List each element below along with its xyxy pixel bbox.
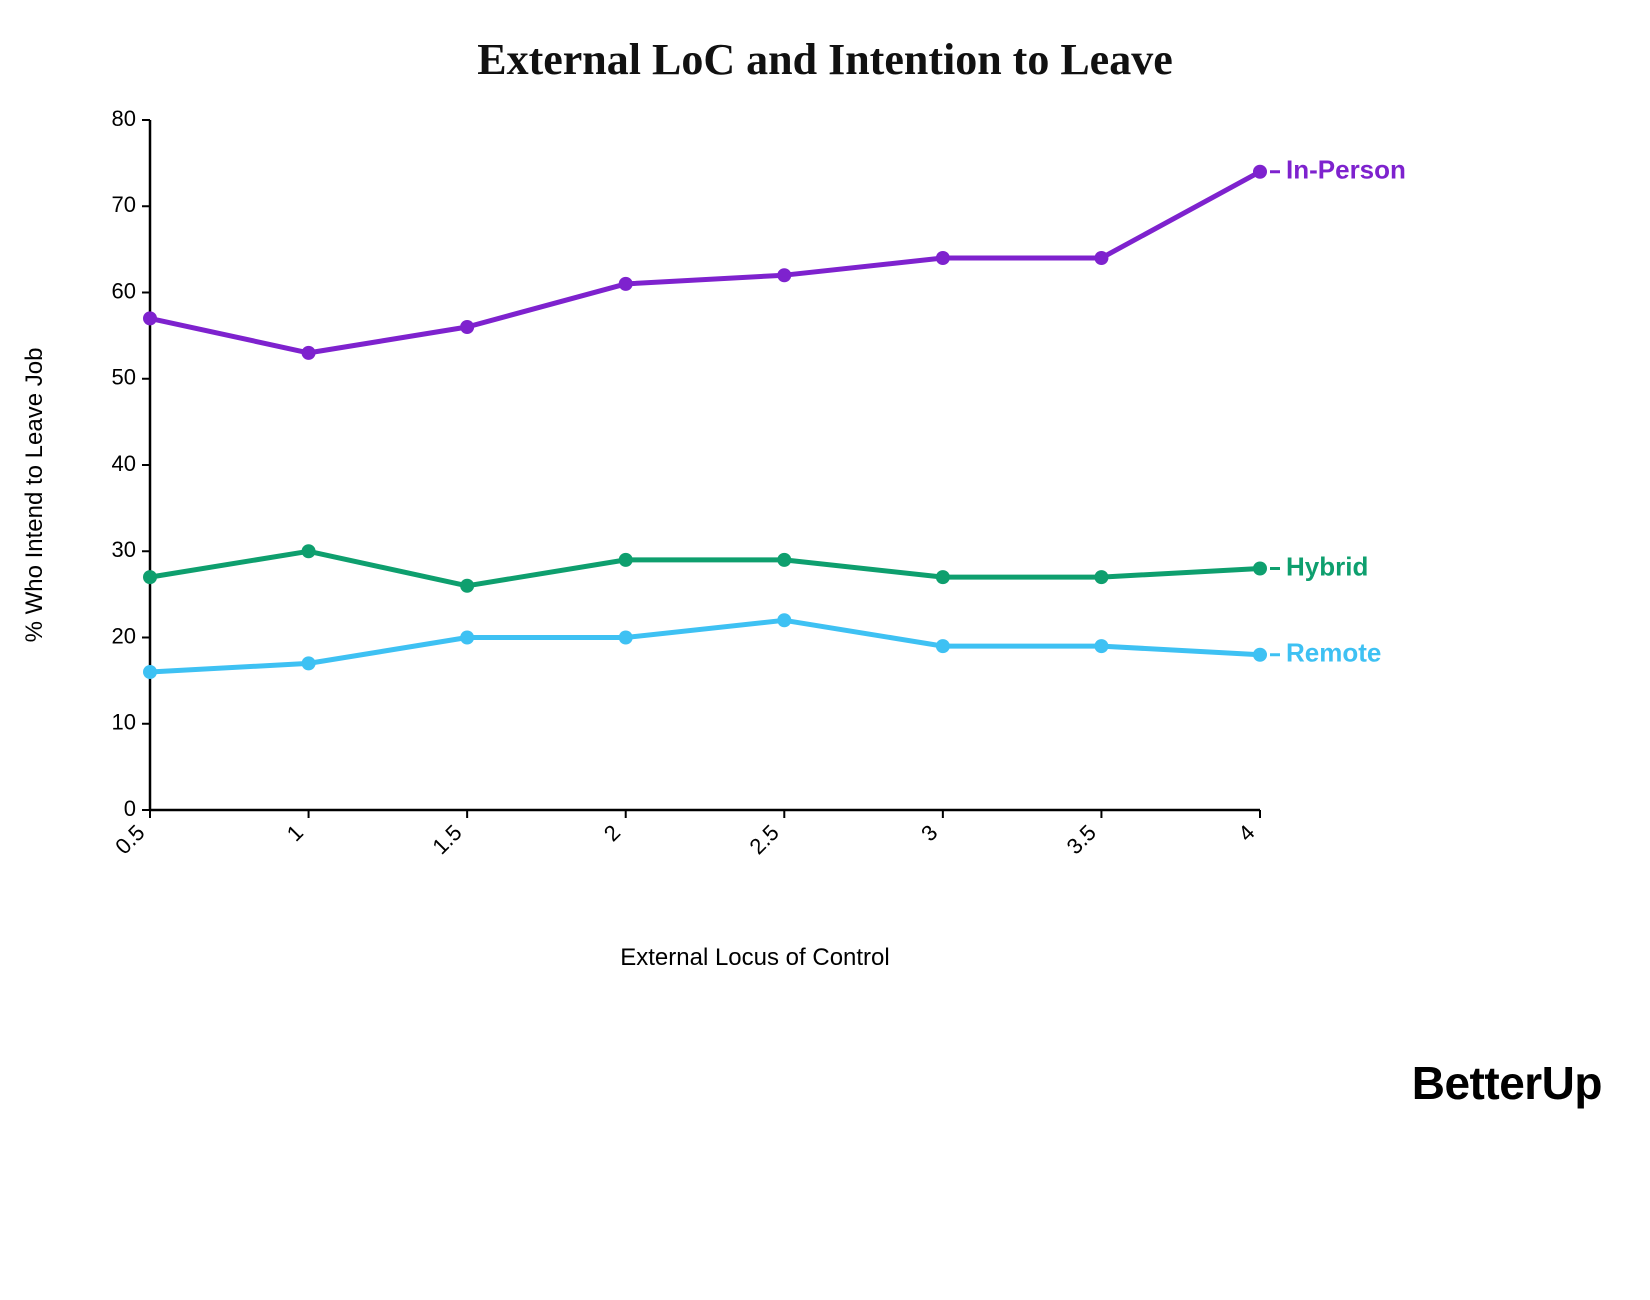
x-tick-label: 2 — [599, 820, 625, 846]
y-tick-label: 20 — [112, 623, 136, 648]
series-point — [619, 553, 633, 567]
series-point — [1253, 648, 1267, 662]
chart-svg: 0 10 20 30 40 50 60 70 80 0.5 1 1.5 2 2.5 3 3.5 4 In-Pers… — [100, 110, 1410, 880]
series-point — [1094, 251, 1108, 265]
x-tick-label: 1.5 — [427, 820, 466, 859]
series-point — [936, 639, 950, 653]
x-tick-label: 1 — [282, 820, 308, 846]
series-point — [1094, 570, 1108, 584]
series-point — [143, 570, 157, 584]
series-line-in-person — [150, 172, 1260, 353]
y-tick-label: 80 — [112, 110, 136, 131]
brand-logo: BetterUp — [1412, 1056, 1602, 1110]
series-line-remote — [150, 620, 1260, 672]
series-point — [302, 346, 316, 360]
series-point — [936, 570, 950, 584]
series-point — [143, 311, 157, 325]
series-point — [936, 251, 950, 265]
x-tick-label: 4 — [1233, 820, 1259, 846]
x-tick-label: 3.5 — [1062, 820, 1101, 859]
y-tick-label: 70 — [112, 192, 136, 217]
series-point — [302, 656, 316, 670]
series-line-hybrid — [150, 551, 1260, 586]
series-point — [460, 631, 474, 645]
chart-container: External LoC and Intention to Leave 0 10 2… — [0, 0, 1650, 1300]
plot-area: 0 10 20 30 40 50 60 70 80 0.5 1 1.5 2 2.5 3 3.5 4 In-Pers… — [100, 110, 1410, 880]
y-tick-label: 40 — [112, 451, 136, 476]
series-point — [1253, 562, 1267, 576]
y-tick-label: 10 — [112, 710, 136, 735]
y-tick-label: 0 — [124, 796, 136, 821]
series-point — [460, 320, 474, 334]
y-axis-label: % Who Intend to Leave Job — [21, 348, 48, 643]
y-tick-label: 60 — [112, 278, 136, 303]
series-label-hybrid: Hybrid — [1286, 551, 1368, 581]
x-tick-label: 3 — [916, 820, 942, 846]
series-label-in-person: In-Person — [1286, 155, 1406, 185]
y-tick-label: 30 — [112, 537, 136, 562]
series-point — [777, 553, 791, 567]
series-point — [143, 665, 157, 679]
series-point — [1094, 639, 1108, 653]
y-tick-label: 50 — [112, 365, 136, 390]
series-label-remote: Remote — [1286, 638, 1381, 668]
series-point — [777, 613, 791, 627]
series-point — [777, 268, 791, 282]
series-point — [460, 579, 474, 593]
x-tick-label: 0.5 — [110, 820, 149, 859]
series-point — [619, 277, 633, 291]
x-tick-label: 2.5 — [745, 820, 784, 859]
series-point — [619, 631, 633, 645]
chart-title: External LoC and Intention to Leave — [40, 34, 1610, 85]
series-point — [302, 544, 316, 558]
x-axis-label: External Locus of Control — [620, 944, 889, 971]
series-point — [1253, 165, 1267, 179]
